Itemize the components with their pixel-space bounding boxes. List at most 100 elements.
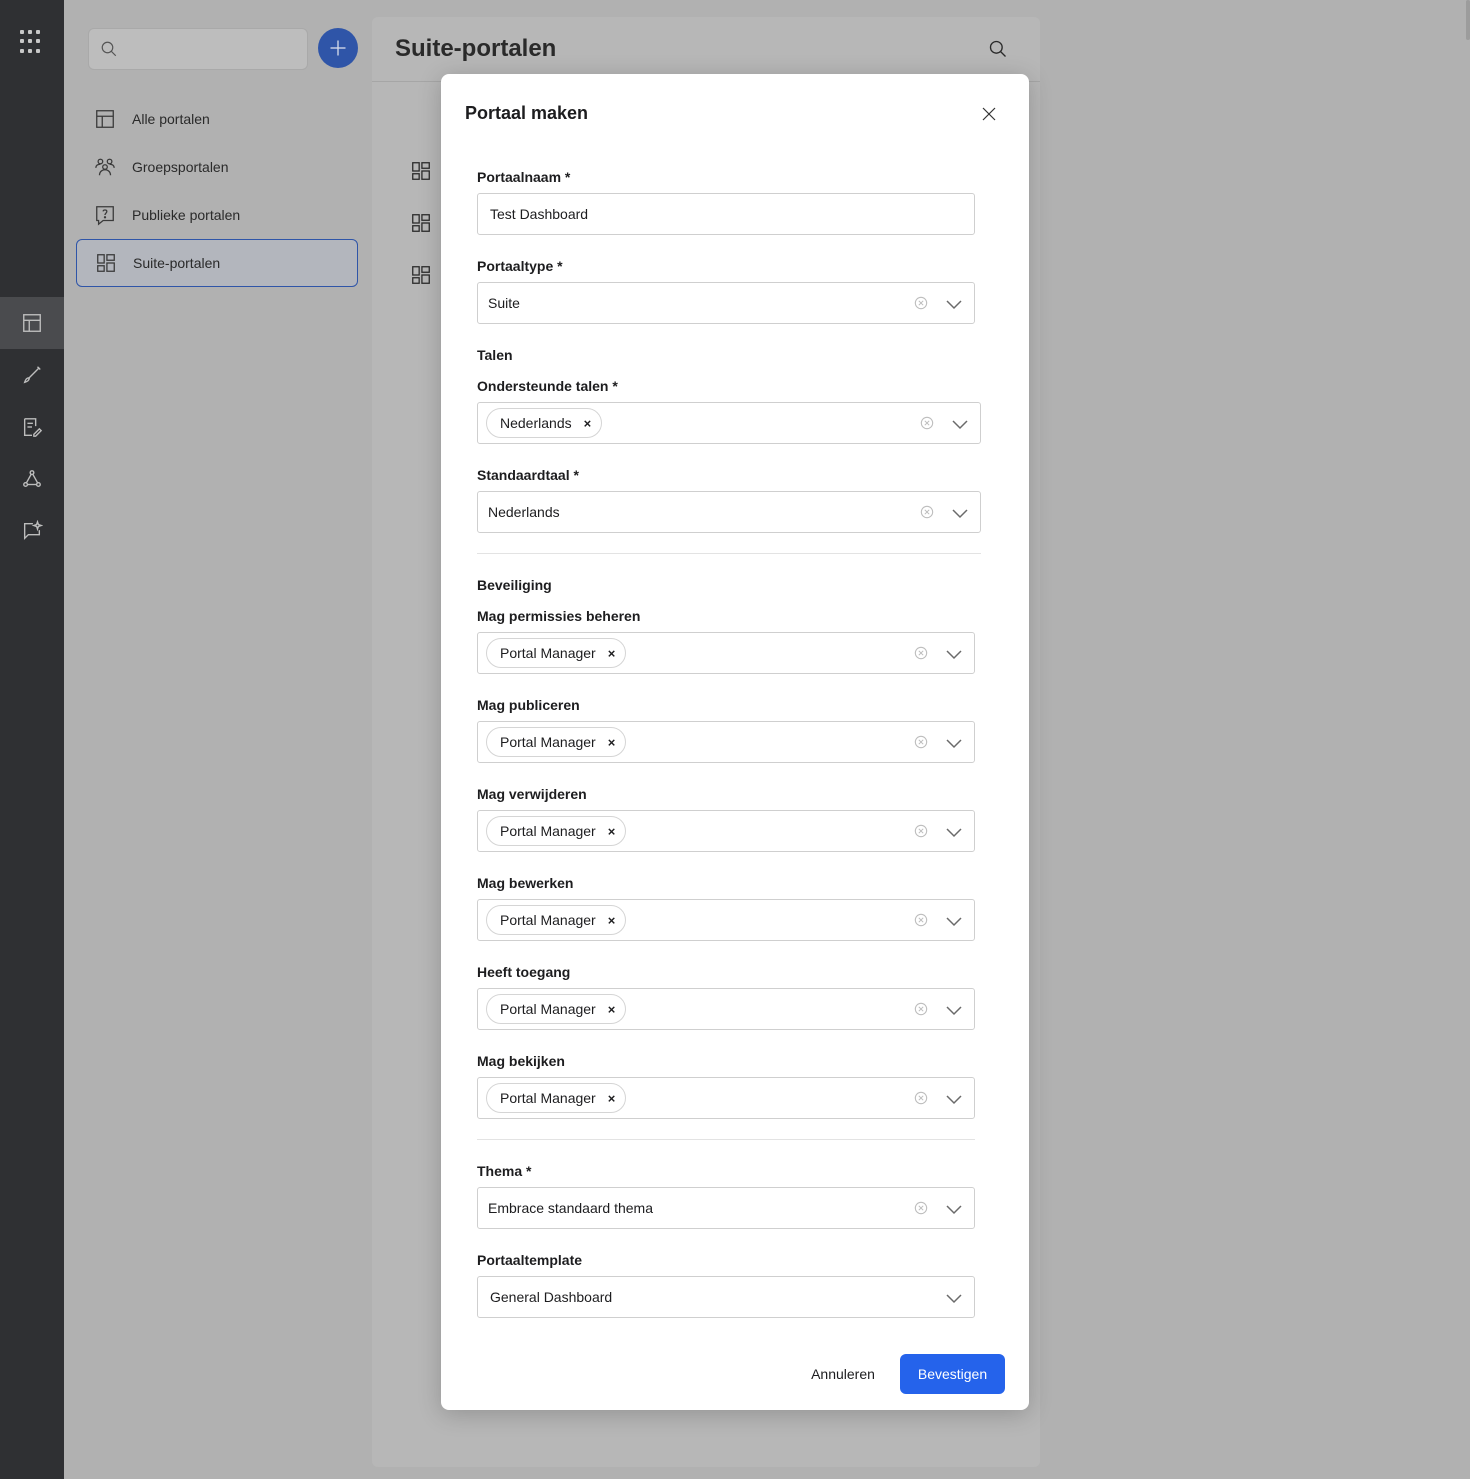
divider: [477, 553, 981, 554]
group-icon: [95, 158, 115, 176]
chevron-down-icon[interactable]: [952, 506, 968, 519]
close-button[interactable]: [977, 102, 1001, 126]
role-chip: Portal Manager ×: [486, 905, 627, 935]
table-icon: [96, 110, 114, 128]
languages-section-title: Talen: [477, 347, 513, 363]
perm-view-select[interactable]: Portal Manager ×: [477, 1077, 975, 1119]
template-select[interactable]: General Dashboard: [477, 1276, 975, 1318]
perm-delete-label: Mag verwijderen: [477, 786, 587, 802]
rail-ai-note-icon[interactable]: [0, 505, 64, 557]
chevron-down-icon[interactable]: [946, 825, 962, 838]
chip-remove-icon[interactable]: ×: [608, 1002, 616, 1017]
default-language-label: Standaardtaal *: [477, 467, 579, 483]
confirm-button[interactable]: Bevestigen: [900, 1354, 1005, 1394]
rail-brush-icon[interactable]: [0, 349, 64, 401]
search-icon: [101, 41, 117, 57]
dashboard-icon: [412, 266, 430, 284]
create-portal-dialog: Portaal maken Portaalnaam * Test Dashboa…: [441, 74, 1029, 1410]
rail-edit-doc-icon[interactable]: [0, 401, 64, 453]
portal-type-label: Portaaltype *: [477, 258, 563, 274]
dashboard-icon: [412, 214, 430, 232]
perm-manage-select[interactable]: Portal Manager ×: [477, 632, 975, 674]
perm-view-label: Mag bekijken: [477, 1053, 565, 1069]
sidebar-item-label: Suite-portalen: [133, 255, 221, 271]
clear-icon[interactable]: [914, 735, 928, 749]
close-icon: [982, 107, 996, 121]
page-title: Suite-portalen: [395, 35, 557, 62]
clear-icon[interactable]: [920, 505, 934, 519]
role-chip: Portal Manager ×: [486, 727, 627, 757]
chip-remove-icon[interactable]: ×: [608, 824, 616, 839]
clear-icon[interactable]: [914, 296, 928, 310]
role-chip: Portal Manager ×: [486, 638, 627, 668]
perm-access-select[interactable]: Portal Manager ×: [477, 988, 975, 1030]
role-chip: Portal Manager ×: [486, 816, 627, 846]
rail-workflow-icon[interactable]: [0, 453, 64, 505]
clear-icon[interactable]: [914, 1201, 928, 1215]
dashboard-icon: [412, 162, 430, 180]
clear-icon[interactable]: [914, 913, 928, 927]
default-language-select[interactable]: Nederlands: [477, 491, 981, 533]
clear-icon[interactable]: [920, 416, 934, 430]
template-value: General Dashboard: [490, 1289, 613, 1305]
divider: [477, 1139, 975, 1140]
perm-edit-select[interactable]: Portal Manager ×: [477, 899, 975, 941]
portal-name-value: Test Dashboard: [490, 206, 589, 222]
page-scrollbar[interactable]: [1466, 0, 1470, 40]
clear-icon[interactable]: [914, 824, 928, 838]
theme-label: Thema *: [477, 1163, 532, 1179]
chip-remove-icon[interactable]: ×: [608, 1091, 616, 1106]
dialog-title: Portaal maken: [465, 103, 589, 123]
clear-icon[interactable]: [914, 646, 928, 660]
perm-manage-label: Mag permissies beheren: [477, 608, 641, 624]
chip-remove-icon[interactable]: ×: [608, 646, 616, 661]
sidebar-item-suite-portals[interactable]: Suite-portalen: [76, 239, 358, 287]
sidebar-item-all-portals[interactable]: Alle portalen: [76, 95, 358, 143]
sidebar-item-label: Publieke portalen: [132, 207, 241, 223]
supported-languages-label: Ondersteunde talen *: [477, 378, 618, 394]
chevron-down-icon[interactable]: [946, 1003, 962, 1016]
public-help-icon: [96, 206, 114, 226]
chevron-down-icon[interactable]: [946, 647, 962, 660]
supported-languages-select[interactable]: Nederlands ×: [477, 402, 981, 444]
app-launcher-icon[interactable]: [20, 30, 44, 54]
sidebar-item-label: Groepsportalen: [132, 159, 229, 175]
sidebar-item-group-portals[interactable]: Groepsportalen: [76, 143, 358, 191]
search-icon[interactable]: [988, 39, 1008, 59]
theme-select[interactable]: Embrace standaard thema: [477, 1187, 975, 1229]
portal-name-input[interactable]: Test Dashboard: [477, 193, 975, 235]
rail-portals-icon[interactable]: [0, 297, 64, 349]
app-rail: [0, 0, 64, 1479]
main-header: Suite-portalen: [372, 17, 1040, 82]
perm-publish-select[interactable]: Portal Manager ×: [477, 721, 975, 763]
chip-remove-icon[interactable]: ×: [584, 416, 592, 431]
chevron-down-icon[interactable]: [946, 297, 962, 310]
sidebar-item-public-portals[interactable]: Publieke portalen: [76, 191, 358, 239]
chip-remove-icon[interactable]: ×: [608, 735, 616, 750]
chevron-down-icon[interactable]: [946, 1092, 962, 1105]
chevron-down-icon[interactable]: [952, 417, 968, 430]
chevron-down-icon[interactable]: [946, 1291, 962, 1304]
sidebar-item-label: Alle portalen: [132, 111, 210, 127]
security-section-title: Beveiliging: [477, 577, 552, 593]
sidebar-search-input[interactable]: [88, 28, 308, 70]
default-language-value: Nederlands: [488, 504, 560, 520]
role-chip: Portal Manager ×: [486, 1083, 627, 1113]
perm-delete-select[interactable]: Portal Manager ×: [477, 810, 975, 852]
clear-icon[interactable]: [914, 1002, 928, 1016]
chevron-down-icon[interactable]: [946, 914, 962, 927]
chevron-down-icon[interactable]: [946, 1202, 962, 1215]
perm-edit-label: Mag bewerken: [477, 875, 574, 891]
chip-remove-icon[interactable]: ×: [608, 913, 616, 928]
chevron-down-icon[interactable]: [946, 736, 962, 749]
template-label: Portaaltemplate: [477, 1252, 583, 1268]
clear-icon[interactable]: [914, 1091, 928, 1105]
cancel-button[interactable]: Annuleren: [801, 1355, 885, 1393]
portal-type-value: Suite: [488, 295, 520, 311]
role-chip: Portal Manager ×: [486, 994, 627, 1024]
secondary-sidebar: Alle portalen Groepsportalen Publieke po…: [64, 0, 372, 1479]
perm-publish-label: Mag publiceren: [477, 697, 580, 713]
add-portal-button[interactable]: [318, 28, 358, 68]
language-chip: Nederlands ×: [486, 408, 603, 438]
portal-type-select[interactable]: Suite: [477, 282, 975, 324]
